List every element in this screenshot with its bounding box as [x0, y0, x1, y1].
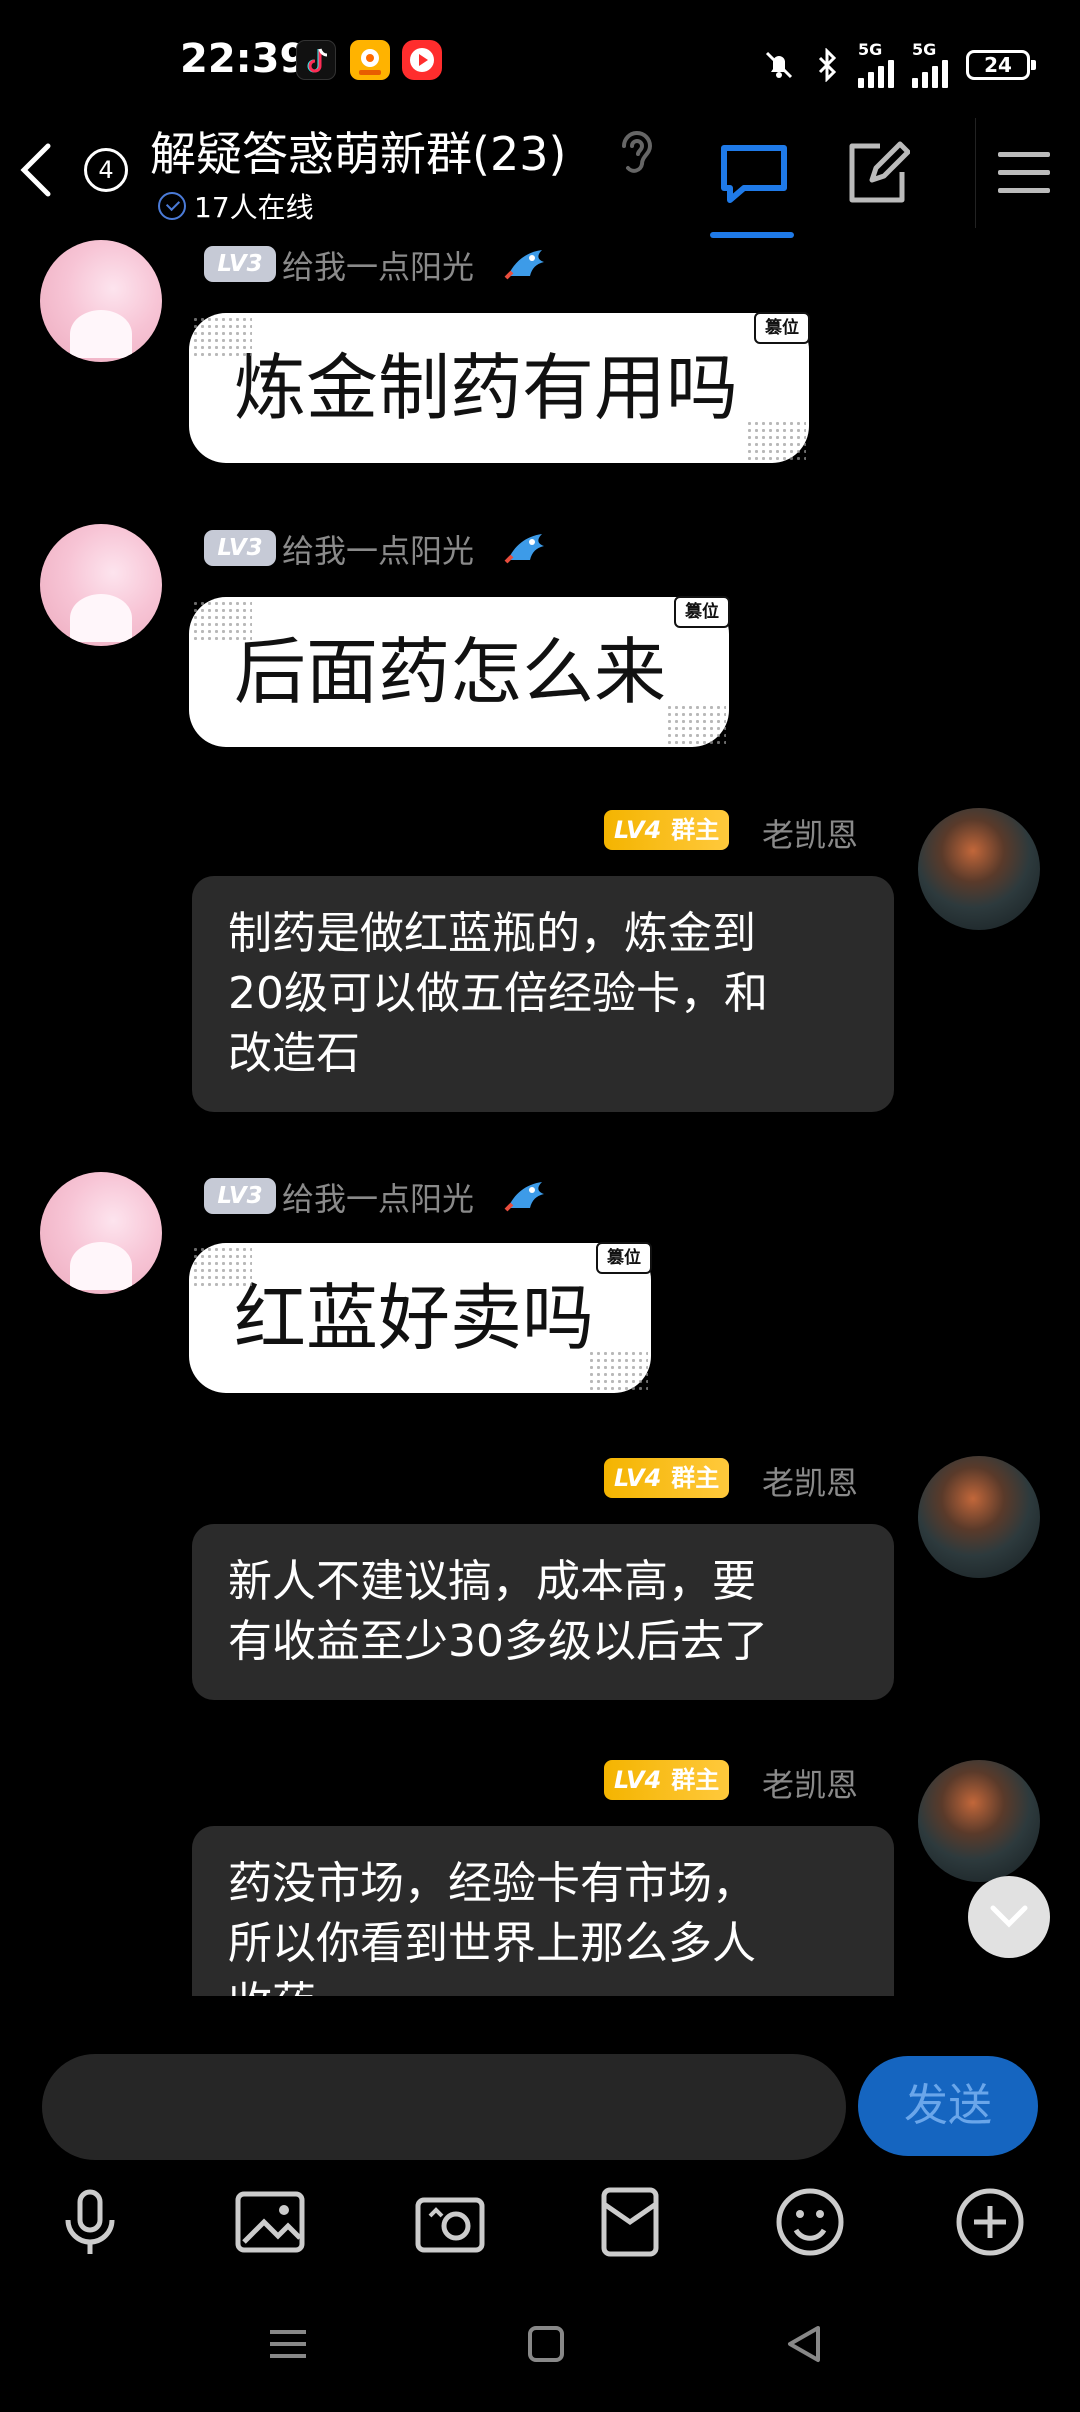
level-badge: LV4 群主: [604, 1458, 730, 1498]
sender-name[interactable]: 老凯恩: [762, 810, 858, 856]
sender-name[interactable]: 给我一点阳光: [282, 526, 474, 572]
avatar[interactable]: [40, 1172, 162, 1294]
message-text: 炼金制药有用吗: [234, 346, 739, 430]
image-icon[interactable]: [234, 2186, 306, 2258]
status-icons: 5G 5G 24: [762, 42, 1036, 88]
level-badge: LV4 群主: [604, 810, 730, 850]
avatar[interactable]: [918, 808, 1040, 930]
level-badge: LV3: [204, 530, 276, 566]
tag-badge: 篡位: [674, 596, 730, 628]
avatar[interactable]: [918, 1456, 1040, 1578]
bubble-decoration: [666, 704, 726, 744]
video-player-icon: [402, 40, 442, 80]
dragon-icon: [504, 250, 544, 280]
bluetooth-icon: [818, 48, 837, 82]
bubble-decoration: [192, 600, 252, 640]
message-text: 后面药怎么来: [234, 630, 667, 714]
edit-note-icon: [849, 141, 911, 203]
sender-name[interactable]: 给我一点阳光: [282, 242, 474, 288]
message-bubble[interactable]: 炼金制药有用吗 篡位: [192, 312, 810, 460]
hamburger-icon: [997, 152, 1050, 193]
status-time: 22:39: [180, 36, 308, 82]
avatar[interactable]: [918, 1760, 1040, 1882]
back-icon[interactable]: [778, 2318, 830, 2370]
message-line: 新人不建议搞，成本高，要: [228, 1556, 756, 1607]
tag-badge: 篡位: [596, 1242, 652, 1274]
emoji-icon[interactable]: [774, 2186, 846, 2258]
bubble-decoration: [746, 420, 806, 460]
home-icon[interactable]: [520, 2318, 572, 2370]
bubble-decoration: [192, 316, 252, 356]
scroll-to-bottom-button[interactable]: [968, 1876, 1050, 1958]
message-bubble[interactable]: 红蓝好卖吗 篡位: [192, 1242, 652, 1390]
message-text: 红蓝好卖吗: [234, 1276, 595, 1360]
message-bubble[interactable]: 制药是做红蓝瓶的，炼金到 20级可以做五倍经验卡，和 改造石: [192, 876, 894, 1112]
microphone-icon[interactable]: [54, 2186, 126, 2258]
back-button[interactable]: [10, 140, 60, 200]
tab-chat[interactable]: [718, 142, 790, 206]
signal-2: 5G: [912, 42, 948, 88]
recent-apps-icon[interactable]: [262, 2318, 314, 2370]
message-line: 药没市场，经验卡有市场，: [228, 1858, 756, 1909]
group-title[interactable]: 解疑答惑萌新群(23): [150, 118, 566, 184]
online-count: 17人在线: [194, 191, 314, 224]
tag-badge: 篡位: [754, 312, 810, 344]
menu-button[interactable]: [975, 118, 1071, 228]
mute-icon: [765, 51, 793, 79]
dragon-icon: [504, 534, 544, 564]
message-line: 收药: [228, 1974, 858, 1996]
tab-notes[interactable]: [846, 140, 911, 206]
message-line: 有收益至少30多级以后去了: [228, 1616, 768, 1667]
signal-1: 5G: [858, 42, 894, 88]
camera-icon[interactable]: [414, 2186, 486, 2258]
chevron-left-icon: [20, 143, 51, 197]
message-line: 20级可以做五倍经验卡，和: [228, 968, 768, 1019]
sender-name[interactable]: 老凯恩: [762, 1760, 858, 1806]
plus-icon[interactable]: [954, 2186, 1026, 2258]
unread-count-badge: 4: [84, 148, 128, 192]
message-bubble[interactable]: 新人不建议搞，成本高，要 有收益至少30多级以后去了: [192, 1524, 894, 1700]
battery-indicator: 24: [966, 50, 1036, 80]
message-input[interactable]: [42, 2054, 846, 2160]
dragon-icon: [504, 1182, 544, 1212]
avatar[interactable]: [40, 524, 162, 646]
sender-name[interactable]: 给我一点阳光: [282, 1174, 474, 1220]
message-bubble[interactable]: 后面药怎么来 篡位: [192, 596, 730, 744]
level-badge: LV3: [204, 246, 276, 282]
level-badge: LV3: [204, 1178, 276, 1214]
message-line: 所以你看到世界上那么多人: [228, 1918, 756, 1969]
bubble-decoration: [588, 1350, 648, 1390]
send-button[interactable]: 发送: [858, 2056, 1038, 2156]
level-badge: LV4 群主: [604, 1760, 730, 1800]
message-line: 改造石: [228, 1028, 360, 1079]
online-status: 17人在线: [158, 186, 314, 226]
video-app-icon: [350, 40, 390, 80]
bubble-decoration: [192, 1246, 252, 1286]
chat-bubble-icon: [721, 145, 787, 203]
red-packet-icon[interactable]: [594, 2186, 666, 2258]
chevron-down-icon: [990, 1905, 1028, 1928]
avatar[interactable]: [40, 240, 162, 362]
message-clip: 药没市场，经验卡有市场， 所以你看到世界上那么多人 收药: [192, 1826, 894, 1996]
tiktok-icon: [296, 40, 336, 80]
message-line: 制药是做红蓝瓶的，炼金到: [228, 908, 756, 959]
sender-name[interactable]: 老凯恩: [762, 1458, 858, 1504]
ear-icon[interactable]: [612, 124, 658, 178]
message-bubble[interactable]: 药没市场，经验卡有市场， 所以你看到世界上那么多人 收药: [192, 1826, 894, 1996]
tab-active-indicator: [710, 232, 794, 238]
online-check-icon: [158, 192, 186, 220]
